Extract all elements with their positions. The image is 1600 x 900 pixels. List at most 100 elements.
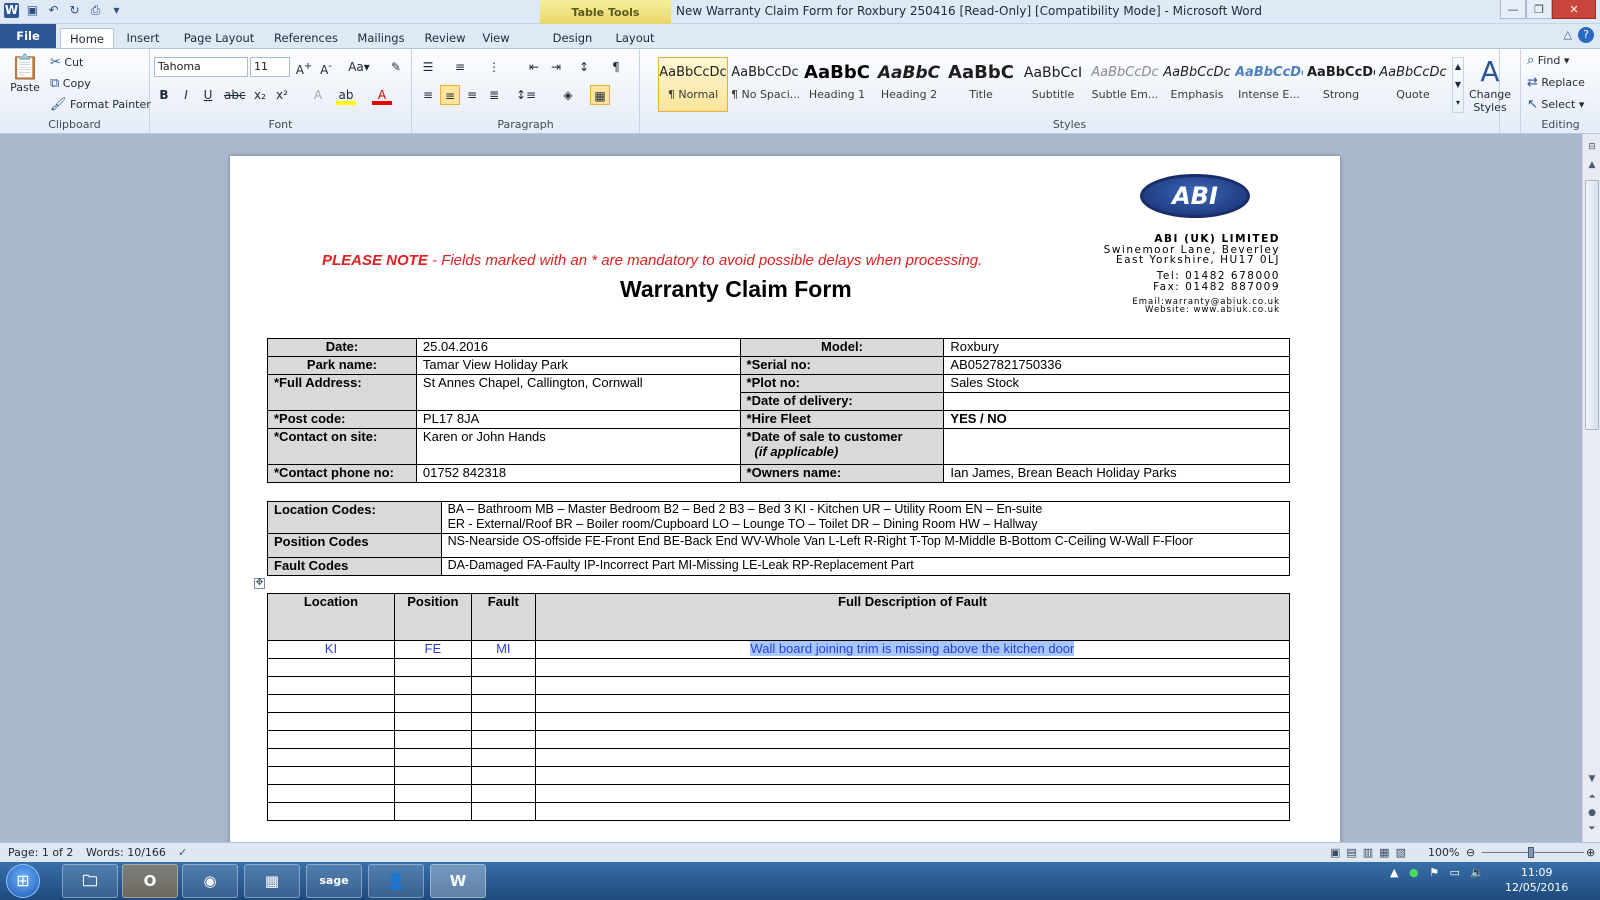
save-icon[interactable]: ▣	[25, 3, 40, 18]
proofing-icon[interactable]: ✓	[178, 846, 187, 859]
align-right-icon[interactable]: ≡	[462, 85, 482, 105]
decrease-indent-icon[interactable]: ⇤	[524, 57, 544, 77]
owner-value[interactable]: Ian James, Brean Beach Holiday Parks	[943, 464, 1290, 483]
scroll-down-icon[interactable]: ▼	[1583, 774, 1600, 784]
address-value[interactable]: St Annes Chapel, Callington, Cornwall	[415, 374, 741, 411]
empty-cell[interactable]	[393, 676, 472, 695]
style-subtitle[interactable]: AaBbCcI Subtitle	[1018, 57, 1088, 112]
empty-cell[interactable]	[534, 802, 1291, 821]
print-preview-icon[interactable]: ⎙	[88, 3, 103, 18]
tab-references[interactable]: References	[268, 28, 344, 48]
taskbar-clock[interactable]: 11:09 12/05/2016	[1505, 865, 1568, 895]
action-center-flag-icon[interactable]: ⚑	[1429, 866, 1439, 879]
tab-view[interactable]: View	[476, 28, 516, 48]
shading-icon[interactable]: ◈	[558, 85, 578, 105]
calendar-app-taskbar-icon[interactable]: ▦	[244, 864, 300, 898]
page-indicator[interactable]: Page: 1 of 2	[8, 846, 73, 859]
strikethrough-icon[interactable]: abc	[224, 85, 246, 105]
delivery-value[interactable]	[943, 392, 1290, 411]
empty-cell[interactable]	[393, 802, 472, 821]
hire-fleet-value[interactable]: YES / NO	[943, 410, 1290, 429]
zoom-level[interactable]: 100%	[1428, 846, 1459, 859]
location-cell[interactable]: KI	[267, 640, 395, 659]
next-page-icon[interactable]: ⏷	[1583, 824, 1600, 834]
empty-cell[interactable]	[534, 730, 1291, 749]
empty-cell[interactable]	[393, 730, 472, 749]
word-taskbar-icon[interactable]: W	[430, 864, 486, 898]
empty-cell[interactable]	[470, 784, 536, 803]
empty-cell[interactable]	[393, 766, 472, 785]
italic-icon[interactable]: I	[176, 85, 196, 105]
shrink-font-icon[interactable]: A-	[316, 57, 336, 77]
clear-formatting-icon[interactable]: ✎	[386, 57, 406, 77]
empty-cell[interactable]	[470, 712, 536, 731]
bold-icon[interactable]: B	[154, 85, 174, 105]
empty-cell[interactable]	[534, 712, 1291, 731]
tab-file[interactable]: File	[0, 24, 56, 48]
change-styles-button[interactable]: A Change Styles	[1464, 55, 1516, 114]
description-cell[interactable]: Wall board joining trim is missing above…	[534, 640, 1291, 659]
word-app-icon[interactable]: W	[4, 3, 19, 18]
style-intense-emphasis[interactable]: AaBbCcDc Intense E...	[1234, 57, 1304, 112]
font-color-icon[interactable]: A	[372, 85, 392, 105]
empty-cell[interactable]	[470, 802, 536, 821]
increase-indent-icon[interactable]: ⇥	[546, 57, 566, 77]
subscript-icon[interactable]: x₂	[250, 85, 270, 105]
scroll-thumb[interactable]	[1585, 180, 1599, 430]
contact-value[interactable]: Karen or John Hands	[415, 428, 741, 465]
show-hidden-icons-icon[interactable]: ▲	[1390, 866, 1398, 879]
style-strong[interactable]: AaBbCcDc Strong	[1306, 57, 1376, 112]
tab-insert[interactable]: Insert	[118, 28, 168, 48]
cut-button[interactable]: ✂ Cut	[50, 55, 83, 70]
multilevel-list-icon[interactable]: ⋮	[484, 57, 504, 77]
date-value[interactable]: 25.04.2016	[415, 338, 741, 357]
explorer-taskbar-icon[interactable]: 🗀	[62, 864, 118, 898]
change-case-icon[interactable]: Aa▾	[346, 57, 372, 77]
numbering-icon[interactable]: ≡	[450, 57, 470, 77]
empty-cell[interactable]	[470, 694, 536, 713]
style-subtle-emphasis[interactable]: AaBbCcDc Subtle Em...	[1090, 57, 1160, 112]
align-center-icon[interactable]: ≡	[440, 85, 460, 105]
paste-button[interactable]: 📋 Paste	[8, 53, 42, 94]
empty-cell[interactable]	[534, 784, 1291, 803]
model-value[interactable]: Roxbury	[943, 338, 1290, 357]
customize-qat-icon[interactable]: ▾	[109, 3, 124, 18]
show-formatting-icon[interactable]: ¶	[606, 57, 626, 77]
empty-cell[interactable]	[470, 676, 536, 695]
sale-date-value[interactable]	[943, 428, 1290, 465]
restore-button[interactable]: ❐	[1526, 0, 1552, 19]
empty-cell[interactable]	[267, 730, 395, 749]
browse-object-icon[interactable]: ●	[1583, 808, 1600, 818]
empty-cell[interactable]	[267, 676, 395, 695]
justify-icon[interactable]: ≣	[484, 85, 504, 105]
grow-font-icon[interactable]: A+	[294, 57, 314, 77]
font-size-combo[interactable]: 11	[250, 57, 290, 77]
vertical-scrollbar[interactable]: ⊟ ▲ ▼ ⏶ ● ⏷	[1582, 134, 1600, 842]
word-count[interactable]: Words: 10/166	[86, 846, 166, 859]
sort-icon[interactable]: ↕	[574, 57, 594, 77]
outlook-taskbar-icon[interactable]: O	[122, 864, 178, 898]
status-indicator-icon[interactable]: ●	[1409, 866, 1419, 879]
empty-cell[interactable]	[393, 694, 472, 713]
empty-cell[interactable]	[267, 658, 395, 677]
bullets-icon[interactable]: ☰	[418, 57, 438, 77]
help-icon[interactable]: ?	[1578, 27, 1594, 43]
empty-cell[interactable]	[534, 748, 1291, 767]
style-title[interactable]: AaBbC Title	[946, 57, 1016, 112]
zoom-in-icon[interactable]: ⊕	[1586, 846, 1595, 859]
postcode-value[interactable]: PL17 8JA	[415, 410, 741, 429]
network-icon[interactable]: ▭	[1449, 866, 1459, 879]
selected-description-text[interactable]: Wall board joining trim is missing above…	[750, 641, 1075, 656]
find-button[interactable]: ⌕ Find ▾	[1527, 53, 1569, 68]
tab-home[interactable]: Home	[60, 28, 114, 49]
plot-value[interactable]: Sales Stock	[943, 374, 1290, 393]
format-painter-button[interactable]: 🖌 Format Painter	[50, 97, 151, 112]
style-heading-1[interactable]: AaBbC Heading 1	[802, 57, 872, 112]
minimize-button[interactable]: —	[1500, 0, 1526, 19]
view-buttons-icon[interactable]: ▣▤▥▦▧	[1330, 846, 1412, 859]
empty-cell[interactable]	[470, 766, 536, 785]
style-emphasis[interactable]: AaBbCcDc Emphasis	[1162, 57, 1232, 112]
text-effects-icon[interactable]: A	[308, 85, 328, 105]
fault-cell[interactable]: MI	[470, 640, 536, 659]
empty-cell[interactable]	[267, 766, 395, 785]
